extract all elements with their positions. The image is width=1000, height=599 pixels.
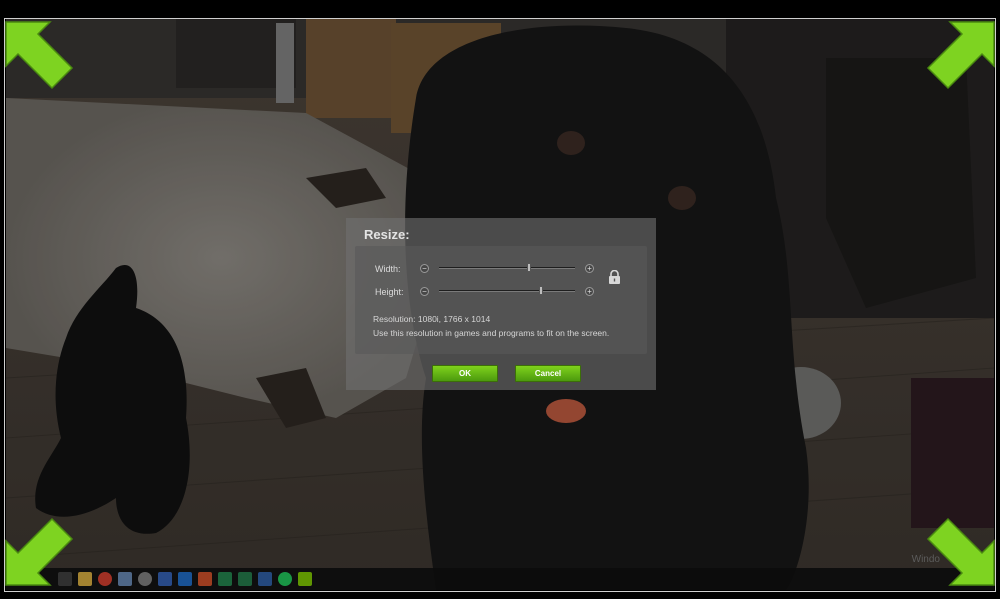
height-slider[interactable] — [439, 286, 575, 295]
resize-settings-panel: Width: − + Height: − + Resolution: 1080i… — [355, 246, 647, 354]
height-label: Height: — [375, 287, 404, 297]
arrow-bottom-left-icon — [5, 517, 74, 586]
width-increase-button[interactable]: + — [585, 264, 594, 273]
resolution-hint: Use this resolution in games and program… — [373, 328, 610, 338]
height-decrease-button[interactable]: − — [420, 287, 429, 296]
resize-handle-top-right[interactable] — [926, 18, 998, 90]
taskbar — [6, 568, 994, 590]
chrome-icon[interactable] — [98, 572, 112, 586]
aspect-lock-icon[interactable] — [608, 270, 621, 285]
height-increase-button[interactable]: + — [585, 287, 594, 296]
arrow-bottom-right-icon — [926, 517, 995, 586]
excel-icon[interactable] — [238, 572, 252, 586]
resolution-text: Resolution: 1080i, 1766 x 1014 — [373, 314, 491, 324]
width-slider-thumb[interactable] — [527, 263, 531, 272]
dialog-title: Resize: — [364, 227, 410, 242]
arrow-top-left-icon — [5, 21, 74, 90]
arrow-top-right-icon — [926, 21, 995, 90]
powerpoint-icon[interactable] — [198, 572, 212, 586]
app-icon[interactable] — [218, 572, 232, 586]
settings-icon[interactable] — [138, 572, 152, 586]
outlook-icon[interactable] — [178, 572, 192, 586]
height-slider-thumb[interactable] — [539, 286, 543, 295]
app-icon[interactable] — [118, 572, 132, 586]
word-icon[interactable] — [258, 572, 272, 586]
width-slider[interactable] — [439, 263, 575, 272]
nvidia-icon[interactable] — [298, 572, 312, 586]
app-icon[interactable] — [158, 572, 172, 586]
resize-dialog: Resize: Width: − + Height: − + Resolutio… — [346, 218, 656, 390]
resize-handle-top-left[interactable] — [2, 18, 74, 90]
resize-handle-bottom-left[interactable] — [2, 517, 74, 589]
width-decrease-button[interactable]: − — [420, 264, 429, 273]
file-explorer-icon[interactable] — [78, 572, 92, 586]
resize-handle-bottom-right[interactable] — [926, 517, 998, 589]
ok-button[interactable]: OK — [432, 365, 498, 382]
width-label: Width: — [375, 264, 401, 274]
cancel-button[interactable]: Cancel — [515, 365, 581, 382]
spotify-icon[interactable] — [278, 572, 292, 586]
